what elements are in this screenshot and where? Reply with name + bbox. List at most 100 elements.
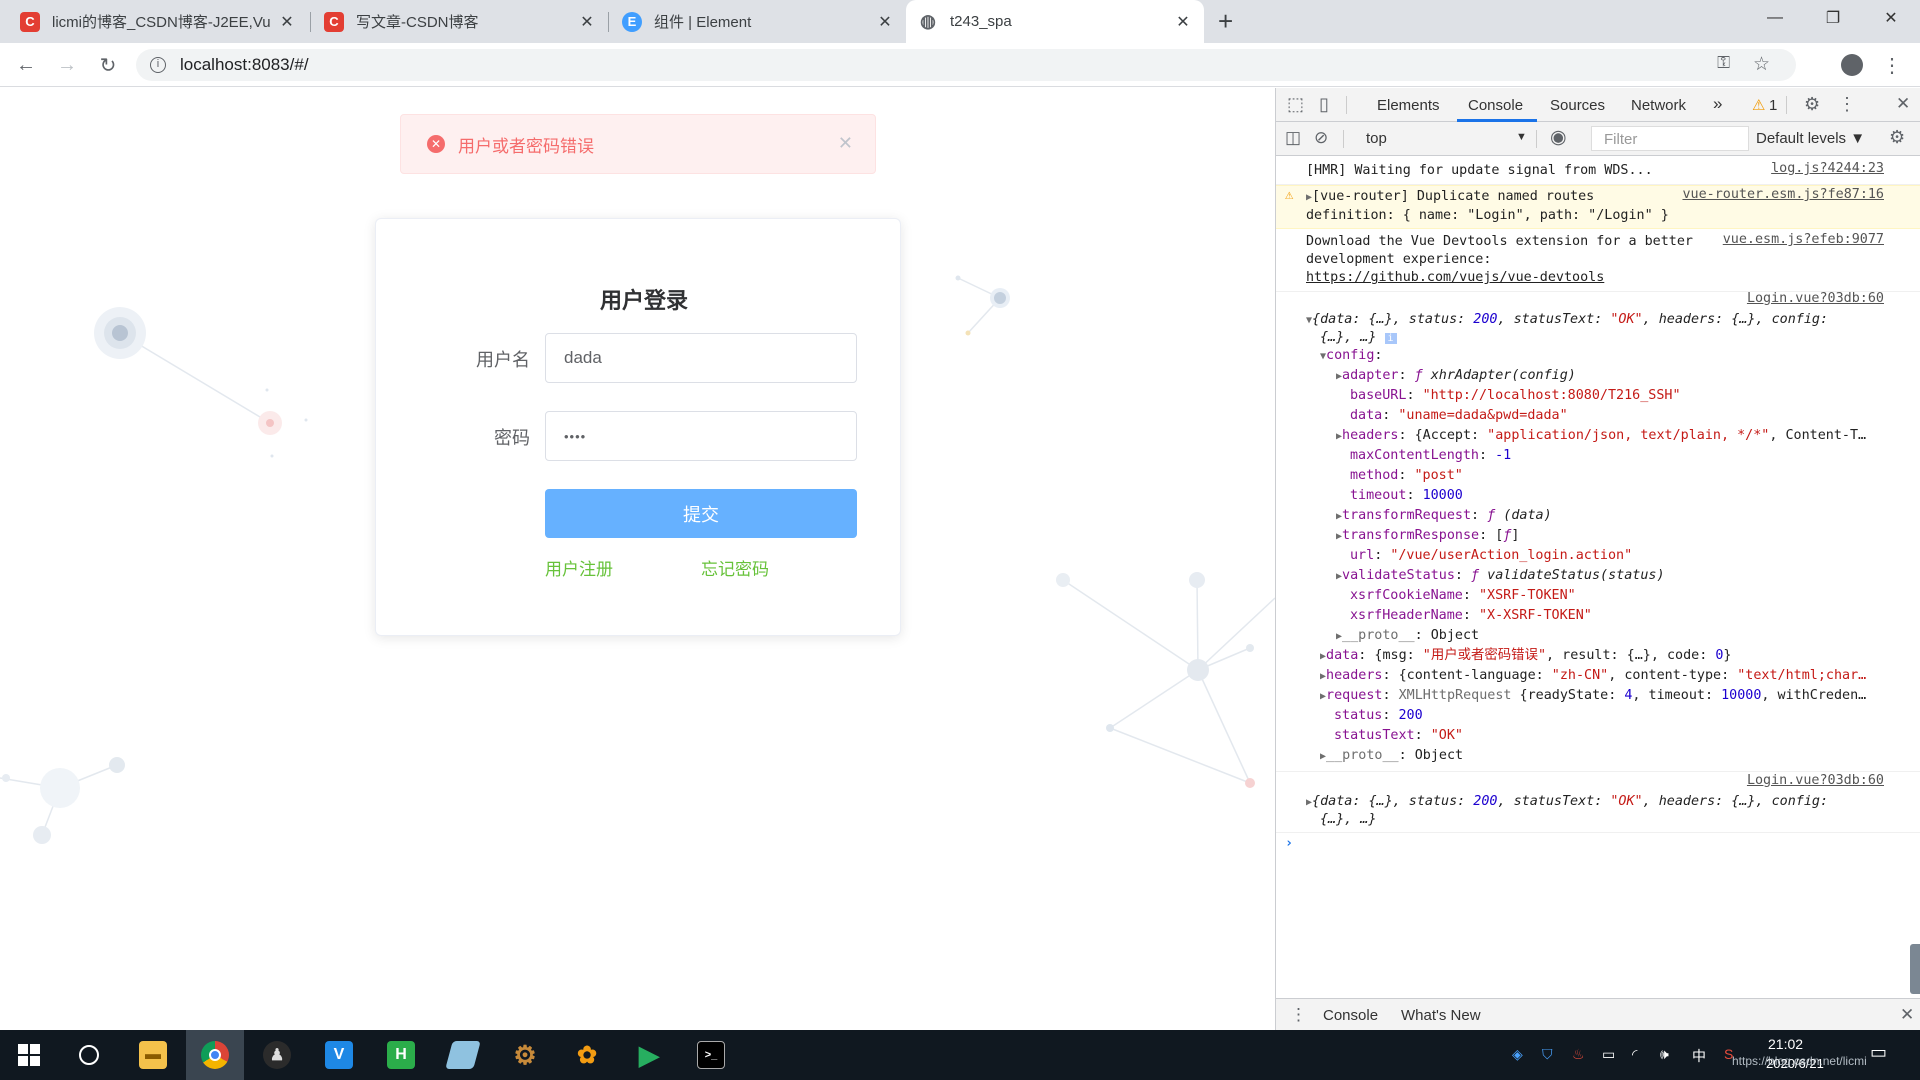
console-object-line: {…}, …} [1320,812,1377,827]
context-select[interactable]: top [1366,130,1387,147]
browser-tab-active[interactable]: ◍ t243_spa ✕ [906,0,1204,43]
login-title: 用户登录 [599,288,688,313]
minimize-icon[interactable]: — [1746,0,1804,36]
device-toolbar-icon[interactable]: ▯ [1319,94,1329,115]
drawer-tab-whats-new[interactable]: What's New [1401,1007,1481,1024]
maximize-icon[interactable]: ❐ [1804,0,1862,36]
object-prop-config[interactable]: ▼config: [1276,346,1920,367]
source-link[interactable]: vue.esm.js?efeb:9077 [1723,232,1884,247]
clear-console-icon[interactable]: ⊘ [1314,128,1328,148]
warning-icon[interactable]: ⚠ [1752,96,1765,114]
object-prop[interactable]: ▶request: XMLHttpRequest {readyState: 4,… [1276,686,1920,707]
scrollbar[interactable] [1910,944,1920,994]
chevron-down-icon[interactable]: ▼ [1516,131,1527,143]
eye-icon[interactable]: ◉ [1550,126,1567,149]
notepad-icon[interactable] [434,1030,492,1080]
notification-icon[interactable]: ▭ [1870,1042,1887,1063]
info-icon[interactable]: i [150,57,166,73]
shield-icon[interactable]: ⛉ [1542,1046,1553,1063]
battery-icon[interactable]: ▭ [1602,1046,1615,1063]
more-options-icon[interactable]: ⋮ [1838,94,1856,115]
close-icon[interactable]: ✕ [278,12,296,32]
windows-start-icon[interactable] [0,1030,58,1080]
object-prop[interactable]: ▶headers: {Accept: "application/json, te… [1276,426,1920,447]
close-icon[interactable]: ✕ [1174,12,1192,32]
menu-icon[interactable]: ⋮ [1876,49,1908,81]
terminal-icon[interactable]: >_ [682,1030,740,1080]
devtools-tab-elements[interactable]: Elements [1377,97,1440,114]
register-link[interactable]: 用户注册 [545,555,613,580]
reload-icon[interactable]: ↻ [92,49,124,81]
app-tray-icon[interactable]: ♨ [1572,1046,1585,1063]
address-bar[interactable]: i localhost:8083/#/ ☆ ⚿ [136,49,1796,81]
devtools-panel: ⬚ ▯ Elements Console Sources Network » ⚠… [1275,88,1920,1030]
watermark: https://blog.csdn.net/licmi [1732,1054,1867,1068]
object-prop[interactable]: ▶transformRequest: ƒ (data) [1276,506,1920,527]
browser-tab[interactable]: C licmi的博客_CSDN博客-J2EE,Vu ✕ [8,0,308,43]
browser-tab[interactable]: C 写文章-CSDN博客 ✕ [312,0,608,43]
close-devtools-icon[interactable]: ✕ [1896,94,1910,114]
console-prompt[interactable]: › [1276,834,1920,854]
source-link[interactable]: log.js?4244:23 [1771,161,1884,176]
window-close-icon[interactable]: ✕ [1862,0,1920,36]
settings-gear-app-icon[interactable]: ⚙ [496,1030,554,1080]
settings-icon[interactable]: ⚙ [1804,94,1820,115]
log-levels-select[interactable]: Default levels ▼ [1756,130,1865,147]
console-settings-icon[interactable]: ⚙ [1889,127,1905,148]
object-prop[interactable]: ▶__proto__: Object [1276,626,1920,647]
vscode-icon[interactable]: V [310,1030,368,1080]
key-icon[interactable]: ⚿ [1717,53,1730,73]
csdn-icon: C [324,11,344,32]
forgot-password-link[interactable]: 忘记密码 [701,555,769,580]
volume-icon[interactable]: 🕪 [1660,1046,1669,1063]
object-prop[interactable]: ▶__proto__: Object [1276,746,1920,767]
chrome-icon[interactable] [186,1030,244,1080]
filter-input[interactable]: Filter [1591,126,1749,151]
search-icon[interactable] [60,1030,118,1080]
drawer-tab-console[interactable]: Console [1323,1007,1378,1024]
password-input[interactable]: •••• [545,411,857,461]
devtools-link[interactable]: https://github.com/vuejs/vue-devtools [1276,268,1920,288]
source-link[interactable]: Login.vue?03db:60 [1747,773,1884,788]
app-avatar-icon[interactable]: ♟ [248,1030,306,1080]
username-input[interactable]: dada [545,333,857,383]
object-prop[interactable]: ▶adapter: ƒ xhrAdapter(config) [1276,366,1920,387]
profile-icon[interactable] [1836,49,1868,81]
colorful-app-icon[interactable]: ✿ [558,1030,616,1080]
close-icon[interactable]: ✕ [578,12,596,32]
password-value: •••• [564,428,587,444]
object-prop[interactable]: ▶transformResponse: [ƒ] [1276,526,1920,547]
browser-tab[interactable]: E 组件 | Element ✕ [610,0,906,43]
forward-icon[interactable]: → [51,49,83,81]
warning-count[interactable]: 1 [1769,97,1777,114]
drawer-menu-icon[interactable]: ⋮ [1290,1005,1307,1025]
close-drawer-icon[interactable]: ✕ [1900,1005,1914,1025]
clock-time[interactable]: 21:02 [1768,1036,1803,1052]
file-explorer-icon[interactable]: ▬ [124,1030,182,1080]
star-icon[interactable]: ☆ [1753,53,1770,76]
wifi-icon[interactable]: ◜ [1632,1046,1637,1063]
hbuilder-icon[interactable]: H [372,1030,430,1080]
object-prop[interactable]: ▶validateStatus: ƒ validateStatus(status… [1276,566,1920,587]
sidebar-toggle-icon[interactable]: ◫ [1285,128,1301,148]
close-icon[interactable]: ✕ [838,133,853,154]
new-tab-button[interactable]: + [1218,6,1233,37]
inspect-icon[interactable]: ⬚ [1287,94,1304,115]
media-player-icon[interactable]: ▶ [620,1030,678,1080]
globe-icon: ◍ [920,11,936,31]
submit-button[interactable]: 提交 [545,489,857,538]
more-tabs-icon[interactable]: » [1713,94,1722,114]
ime-indicator[interactable]: 中 [1692,1046,1706,1066]
back-icon[interactable]: ← [10,49,42,81]
object-prop[interactable]: ▶data: {msg: "用户或者密码错误", result: {…}, co… [1276,646,1920,667]
network-tray-icon[interactable]: ◈ [1512,1046,1523,1063]
object-prop[interactable]: ▶headers: {content-language: "zh-CN", co… [1276,666,1920,687]
source-link[interactable]: Login.vue?03db:60 [1747,291,1884,306]
source-link[interactable]: vue-router.esm.js?fe87:16 [1682,187,1884,202]
devtools-tab-bar: ⬚ ▯ Elements Console Sources Network » ⚠… [1276,88,1920,122]
devtools-tab-sources[interactable]: Sources [1550,97,1605,114]
devtools-tab-console[interactable]: Console [1468,97,1523,114]
close-icon[interactable]: ✕ [876,12,894,32]
alert-message: 用户或者密码错误 [458,136,594,156]
devtools-tab-network[interactable]: Network [1631,97,1686,114]
